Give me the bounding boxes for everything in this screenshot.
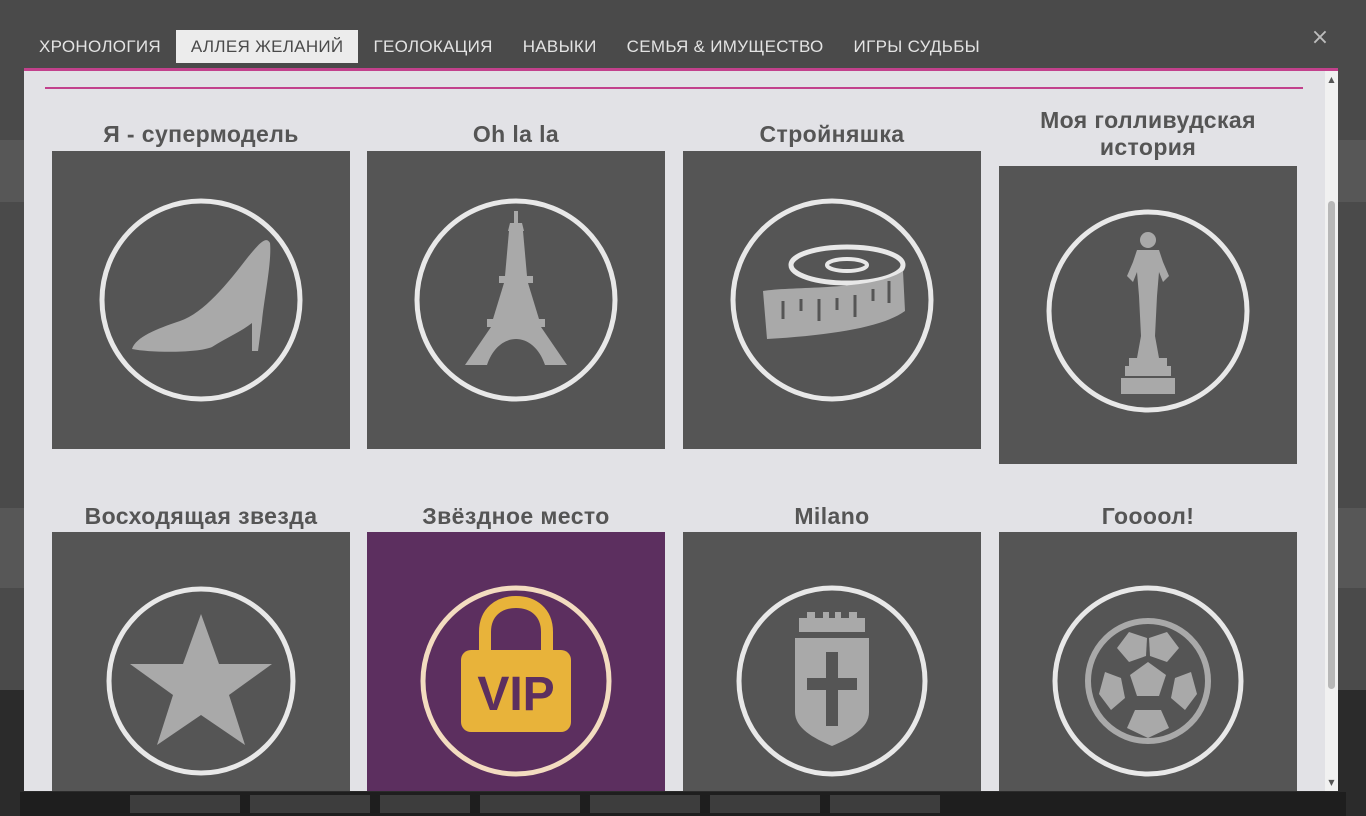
wish-tile-rising-star[interactable] xyxy=(52,532,350,791)
eiffel-tower-icon xyxy=(414,198,618,402)
wish-card-slim: Стройняшка xyxy=(683,121,981,449)
measuring-tape-icon xyxy=(730,198,934,402)
modal-tab-bar: ХРОНОЛОГИЯ АЛЛЕЯ ЖЕЛАНИЙ ГЕОЛОКАЦИЯ НАВЫ… xyxy=(24,30,995,63)
wish-title: Стройняшка xyxy=(759,121,905,147)
scroll-down-arrow-icon[interactable]: ▼ xyxy=(1325,776,1338,789)
wish-tile-star-place[interactable]: VIP xyxy=(367,532,665,791)
wish-tile-oh-la-la[interactable] xyxy=(367,151,665,449)
background-banner xyxy=(480,795,580,813)
wish-title: Я - супермодель xyxy=(103,121,299,147)
wish-tile-supermodel[interactable] xyxy=(52,151,350,449)
wish-card-rising-star: Восходящая звезда xyxy=(52,503,350,791)
wish-title: Моя голливудская история xyxy=(1040,107,1256,160)
wish-title: Oh la la xyxy=(472,121,560,147)
wish-card-goal: Гоооол! xyxy=(999,503,1297,791)
tab-chronology[interactable]: ХРОНОЛОГИЯ xyxy=(24,30,176,63)
tab-skills[interactable]: НАВЫКИ xyxy=(508,30,612,63)
wish-card-milano: Milano xyxy=(683,503,981,791)
oscar-statuette-icon xyxy=(1046,209,1250,413)
wish-card-oh-la-la: Oh la la xyxy=(367,121,665,449)
tab-fate-games[interactable]: ИГРЫ СУДЬБЫ xyxy=(839,30,995,63)
star-icon xyxy=(106,586,296,776)
background-banner xyxy=(710,795,820,813)
wish-tile-slim[interactable] xyxy=(683,151,981,449)
wish-tile-hollywood[interactable] xyxy=(999,166,1297,464)
panel-divider xyxy=(45,87,1303,89)
scrollbar-thumb[interactable] xyxy=(1328,201,1335,689)
vip-badge-text: VIP xyxy=(477,668,554,721)
wish-title: Гоооол! xyxy=(1101,503,1195,529)
tab-wish-alley[interactable]: АЛЛЕЯ ЖЕЛАНИЙ xyxy=(175,30,359,63)
wish-alley-panel: Я - супермодель Oh la la Стройняшка Моя … xyxy=(24,71,1338,791)
milan-crest-icon xyxy=(736,585,928,777)
wish-tile-goal[interactable] xyxy=(999,532,1297,791)
modal-scrollbar[interactable]: ▲ ▼ xyxy=(1325,71,1338,791)
wish-tile-milano[interactable] xyxy=(683,532,981,791)
background-banner xyxy=(250,795,370,813)
wish-card-supermodel: Я - супермодель xyxy=(52,121,350,449)
wish-title: Звёздное место xyxy=(422,503,610,529)
background-banner xyxy=(590,795,700,813)
vip-lock-icon: VIP xyxy=(420,585,612,777)
wish-card-hollywood: Моя голливудская история xyxy=(999,107,1297,464)
background-banner xyxy=(830,795,940,813)
close-icon[interactable]: × xyxy=(1310,26,1330,50)
tab-family-property[interactable]: СЕМЬЯ & ИМУЩЕСТВО xyxy=(612,30,839,63)
football-icon xyxy=(1052,585,1244,777)
background-banner xyxy=(380,795,470,813)
background-banner xyxy=(130,795,240,813)
wish-title: Milano xyxy=(794,503,870,529)
tab-geolocation[interactable]: ГЕОЛОКАЦИЯ xyxy=(358,30,507,63)
high-heel-icon xyxy=(99,198,303,402)
wish-card-star-place: Звёздное место VIP xyxy=(367,503,665,791)
scroll-up-arrow-icon[interactable]: ▲ xyxy=(1325,73,1338,86)
wish-title: Восходящая звезда xyxy=(84,503,318,529)
